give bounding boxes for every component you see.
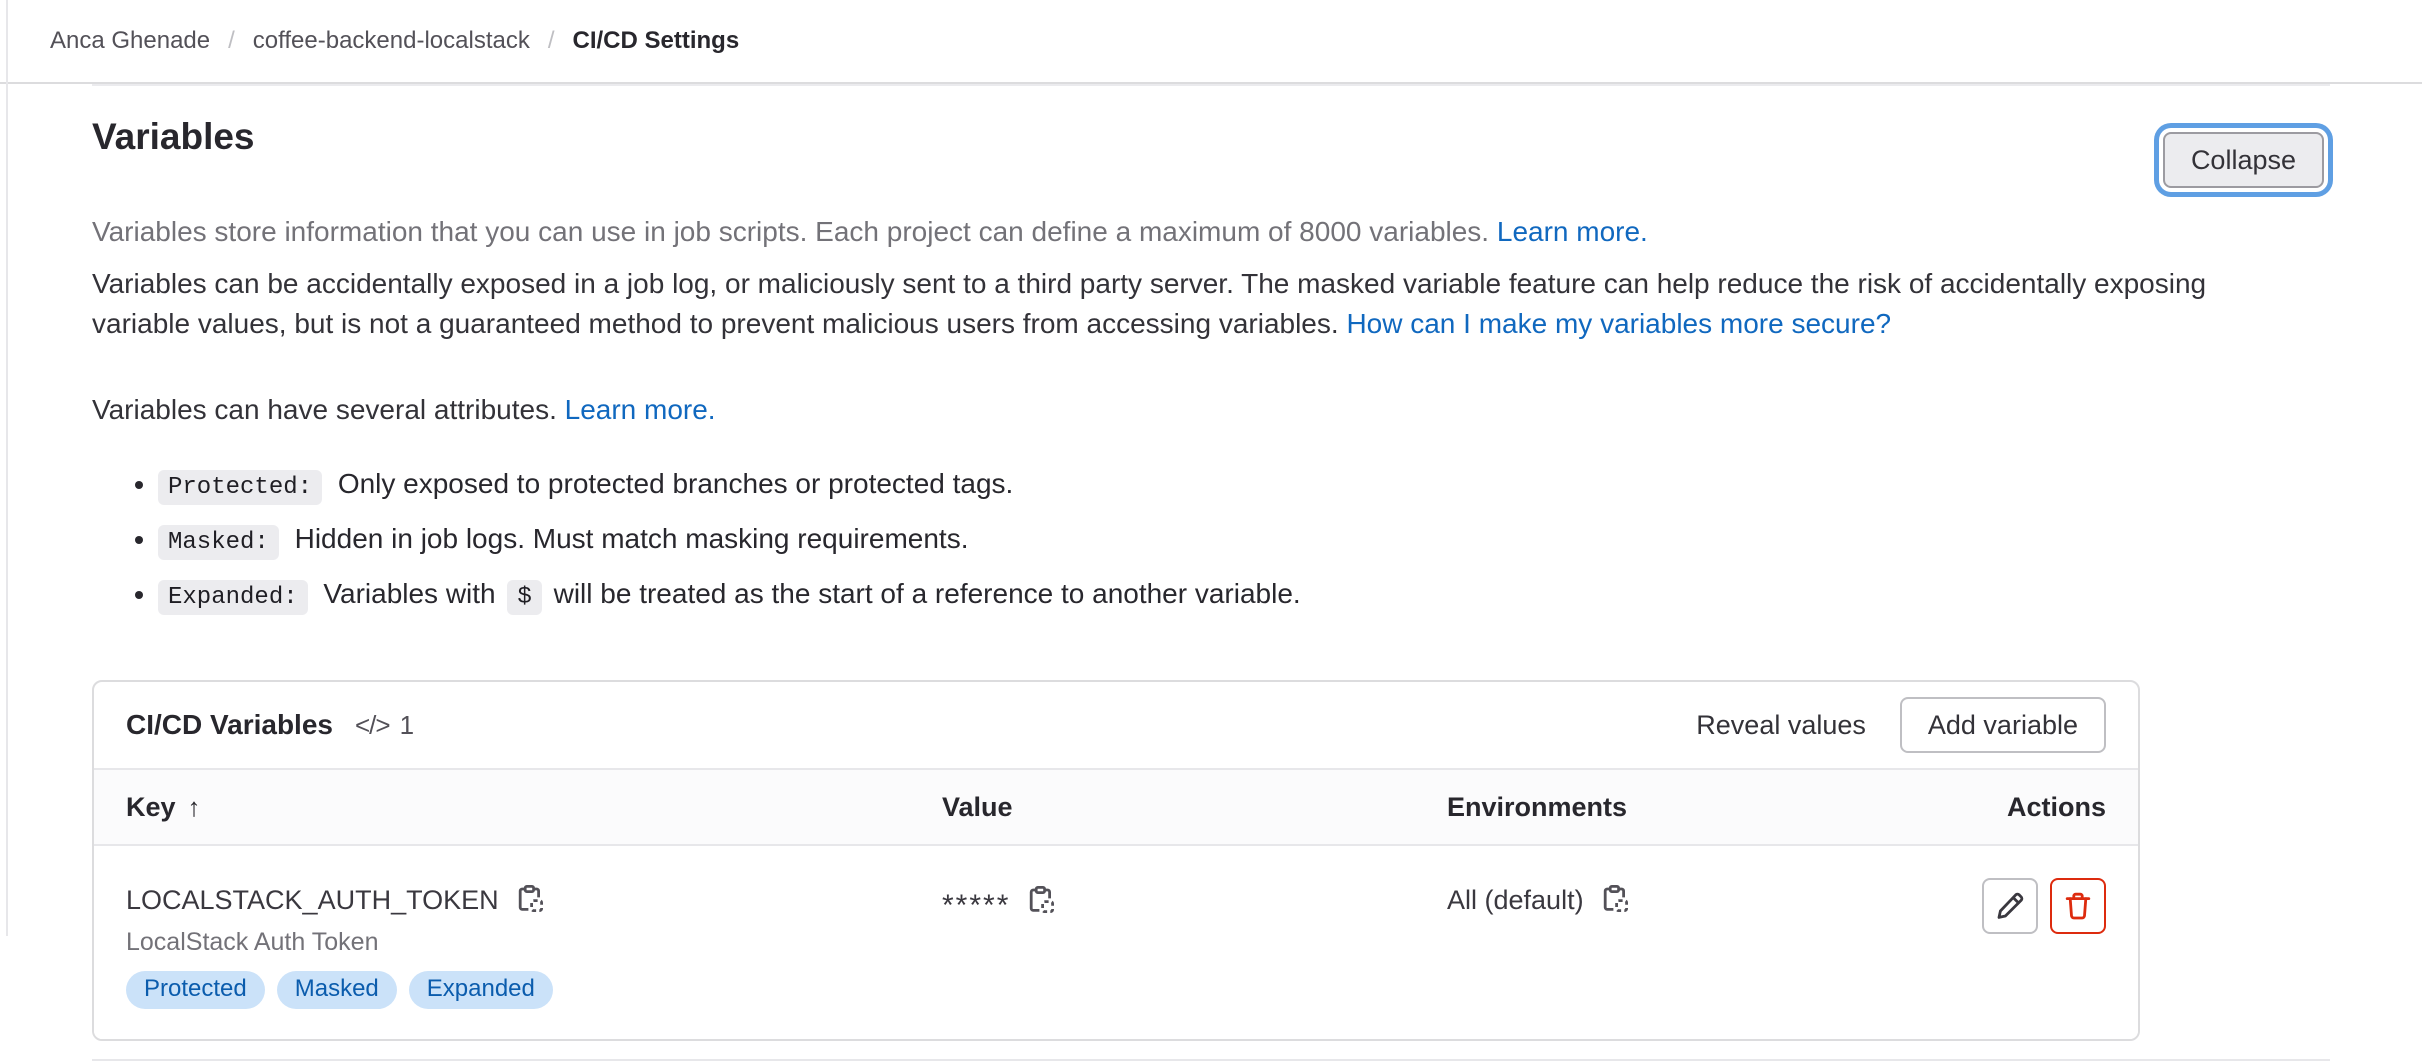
key-column-label: Key xyxy=(126,792,176,823)
expanded-description-before: Variables with xyxy=(323,578,495,609)
breadcrumb-separator: / xyxy=(548,27,555,55)
breadcrumb-current-page: CI/CD Settings xyxy=(573,27,740,55)
copy-to-clipboard-icon xyxy=(1600,884,1632,916)
masked-value: ***** xyxy=(942,889,1010,923)
masked-code-chip: Masked: xyxy=(158,525,279,560)
breadcrumb-namespace[interactable]: Anca Ghenade xyxy=(50,27,210,55)
expanded-description-after: will be treated as the start of a refere… xyxy=(554,578,1301,609)
variables-count: </> 1 xyxy=(355,710,414,741)
collapse-button[interactable]: Collapse xyxy=(2163,132,2324,188)
edit-variable-button[interactable] xyxy=(1982,878,2038,934)
environment-scope: All (default) xyxy=(1447,885,1584,916)
learn-more-link-1[interactable]: Learn more. xyxy=(1497,216,1648,247)
variables-count-value: 1 xyxy=(400,710,414,741)
expanded-code-chip: Expanded: xyxy=(158,580,308,615)
panel-header: CI/CD Variables </> 1 Reveal values Add … xyxy=(94,682,2138,768)
copy-to-clipboard-icon xyxy=(1026,885,1058,917)
reveal-values-button[interactable]: Reveal values xyxy=(1696,710,1866,741)
column-header-value: Value xyxy=(942,792,1447,823)
protected-description: Only exposed to protected branches or pr… xyxy=(338,468,1014,499)
list-item-expanded: Expanded: Variables with $ will be treat… xyxy=(158,574,2330,618)
intro-paragraph-1: Variables store information that you can… xyxy=(92,212,2330,252)
list-item-masked: Masked: Hidden in job logs. Must match m… xyxy=(158,519,2330,563)
variable-description: LocalStack Auth Token xyxy=(126,928,942,957)
masked-description: Hidden in job logs. Must match masking r… xyxy=(295,523,969,554)
column-header-environments: Environments xyxy=(1447,792,1902,823)
table-header-row: Key ↑ Value Environments Actions xyxy=(94,768,2138,846)
key-cell: LOCALSTACK_AUTH_TOKEN LocalStack Auth To… xyxy=(94,884,942,1009)
intro-paragraph-3: Variables can have several attributes. L… xyxy=(92,390,2330,430)
column-header-key[interactable]: Key ↑ xyxy=(94,792,942,823)
protected-code-chip: Protected: xyxy=(158,470,322,505)
pencil-icon xyxy=(1994,890,2026,922)
variable-key: LOCALSTACK_AUTH_TOKEN xyxy=(126,885,499,916)
top-bar: Anca Ghenade / coffee-backend-localstack… xyxy=(0,0,2422,84)
variables-section: Variables Collapse Variables store infor… xyxy=(92,84,2330,1061)
value-cell: ***** xyxy=(942,884,1447,918)
breadcrumb-separator: / xyxy=(228,27,235,55)
code-icon: </> xyxy=(355,710,390,741)
sort-ascending-icon: ↑ xyxy=(188,792,201,823)
learn-more-link-2[interactable]: Learn more. xyxy=(565,394,716,425)
sidebar-edge-divider xyxy=(6,0,8,936)
intro-paragraph-2: Variables can be accidentally exposed in… xyxy=(92,264,2272,344)
expanded-badge: Expanded xyxy=(409,971,553,1009)
copy-key-button[interactable] xyxy=(515,884,547,916)
intro-paragraph-3-text: Variables can have several attributes. xyxy=(92,394,557,425)
cicd-variables-panel: CI/CD Variables </> 1 Reveal values Add … xyxy=(92,680,2140,1041)
trash-icon xyxy=(2062,890,2094,922)
environments-cell: All (default) xyxy=(1447,884,1902,916)
actions-cell xyxy=(1982,878,2138,934)
variable-badges: Protected Masked Expanded xyxy=(126,971,942,1009)
masked-badge: Masked xyxy=(277,971,397,1009)
panel-title: CI/CD Variables xyxy=(126,709,333,741)
column-header-actions: Actions xyxy=(1902,792,2138,823)
copy-value-button[interactable] xyxy=(1026,885,1058,917)
add-variable-button[interactable]: Add variable xyxy=(1900,697,2106,753)
breadcrumb: Anca Ghenade / coffee-backend-localstack… xyxy=(50,27,739,55)
breadcrumb-project[interactable]: coffee-backend-localstack xyxy=(253,27,530,55)
protected-badge: Protected xyxy=(126,971,265,1009)
copy-to-clipboard-icon xyxy=(515,884,547,916)
delete-variable-button[interactable] xyxy=(2050,878,2106,934)
page-title: Variables xyxy=(92,112,255,162)
variables-secure-link[interactable]: How can I make my variables more secure? xyxy=(1346,308,1891,339)
attributes-list: Protected: Only exposed to protected bra… xyxy=(92,464,2330,618)
list-item-protected: Protected: Only exposed to protected bra… xyxy=(158,464,2330,508)
table-row: LOCALSTACK_AUTH_TOKEN LocalStack Auth To… xyxy=(94,846,2138,1039)
intro-paragraph-1-text: Variables store information that you can… xyxy=(92,216,1489,247)
dollar-code-chip: $ xyxy=(507,580,541,615)
copy-environment-button[interactable] xyxy=(1600,884,1632,916)
